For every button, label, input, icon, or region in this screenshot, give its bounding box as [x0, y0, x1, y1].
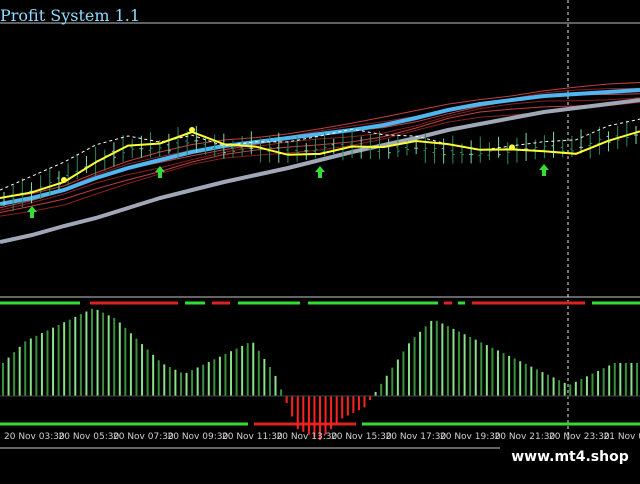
time-tick-label: 20 Nov 09:30: [168, 432, 229, 442]
chart-window: Profit System 1.1 20 Nov 03:3020 Nov 05:…: [0, 0, 640, 480]
up-arrow-icon: [155, 166, 165, 178]
time-tick-label: 20 Nov 05:30: [59, 432, 120, 442]
signal-dot: [61, 177, 67, 183]
time-tick-label: 20 Nov 11:30: [222, 432, 283, 442]
signal-dot: [509, 144, 515, 150]
time-tick-label: 21 Nov 0: [604, 432, 640, 442]
time-tick-label: 20 Nov 13:30: [277, 432, 338, 442]
up-arrow-icon: [539, 164, 549, 176]
time-tick-label: 20 Nov 17:30: [386, 432, 447, 442]
up-arrow-icon: [27, 206, 37, 218]
price-chart[interactable]: [0, 0, 640, 480]
time-tick-label: 20 Nov 03:30: [4, 432, 65, 442]
chart-title: Profit System 1.1: [0, 6, 140, 25]
time-tick-label: 20 Nov 21:30: [495, 432, 556, 442]
signal-dot: [189, 127, 195, 133]
time-tick-label: 20 Nov 15:30: [331, 432, 392, 442]
up-arrow-icon: [315, 166, 325, 178]
time-tick-label: 20 Nov 23:30: [549, 432, 610, 442]
watermark: www.mt4.shop: [500, 444, 640, 470]
time-tick-label: 20 Nov 07:30: [113, 432, 174, 442]
time-tick-label: 20 Nov 19:30: [440, 432, 501, 442]
